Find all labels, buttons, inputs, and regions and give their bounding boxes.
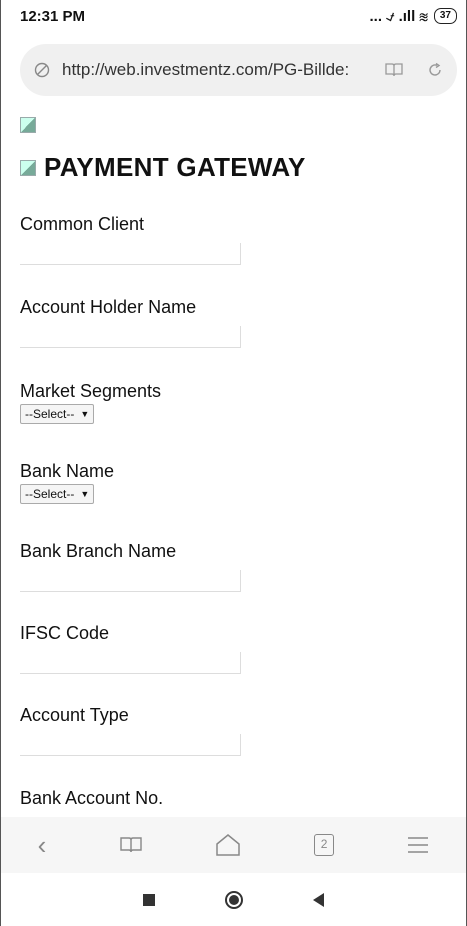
field-account-type: Account Type — [20, 705, 241, 756]
dropdown-arrow-icon: ▼ — [80, 409, 90, 419]
signal-icons: ... ⍻ .ıll ≋ — [369, 7, 428, 25]
field-label: Market Segments — [20, 381, 162, 401]
home-button-icon[interactable] — [225, 890, 243, 909]
field-label: Bank Branch Name — [20, 541, 177, 561]
account-type-input[interactable] — [20, 734, 241, 756]
common-client-input[interactable] — [20, 243, 241, 265]
system-nav-bar — [1, 873, 466, 926]
account-holder-name-input[interactable] — [20, 326, 241, 348]
field-market-segments: Market Segments --Select-- ▼ — [20, 381, 161, 424]
battery-icon: 37 — [433, 8, 457, 24]
select-value: --Select-- — [25, 407, 75, 421]
field-bank-branch-name: Bank Branch Name — [20, 541, 241, 592]
status-time: 12:31 PM — [20, 7, 86, 25]
address-bar[interactable]: http://web.investmentz.com/PG-Billde: — [20, 44, 457, 96]
status-icons: ... ⍻ .ıll ≋ 37 — [369, 8, 457, 25]
ifsc-code-input[interactable] — [20, 652, 241, 674]
select-value: --Select-- — [25, 487, 75, 501]
field-common-client: Common Client — [20, 214, 241, 265]
broken-image-icon — [20, 116, 36, 133]
broken-image-icon — [20, 159, 36, 176]
back-icon[interactable]: ‹ — [38, 830, 47, 861]
field-bank-name: Bank Name --Select-- ▼ — [20, 461, 114, 504]
field-label: Common Client — [20, 214, 145, 234]
field-bank-account-no: Bank Account No. — [20, 788, 163, 809]
dropdown-arrow-icon: ▼ — [80, 489, 90, 499]
reader-mode-icon[interactable] — [385, 62, 403, 78]
url-text[interactable]: http://web.investmentz.com/PG-Billde: — [62, 60, 362, 80]
bank-name-select[interactable]: --Select-- ▼ — [20, 484, 95, 504]
field-label: Bank Account No. — [20, 788, 164, 808]
field-label: Bank Name — [20, 461, 115, 481]
bank-branch-name-input[interactable] — [20, 570, 241, 592]
field-ifsc-code: IFSC Code — [20, 623, 241, 674]
page-content: PAYMENT GATEWAY — [20, 110, 450, 183]
status-bar: 12:31 PM ... ⍻ .ıll ≋ 37 — [0, 0, 467, 32]
logo-image-row — [20, 110, 450, 140]
field-account-holder-name: Account Holder Name — [20, 297, 241, 348]
menu-icon[interactable] — [407, 836, 429, 854]
market-segments-select[interactable]: --Select-- ▼ — [20, 404, 95, 424]
field-label: IFSC Code — [20, 623, 110, 643]
page-title-text: PAYMENT GATEWAY — [44, 152, 306, 182]
system-back-icon[interactable] — [313, 892, 324, 907]
field-label: Account Holder Name — [20, 297, 197, 317]
reload-icon[interactable] — [427, 62, 443, 78]
bookmarks-icon[interactable] — [119, 836, 142, 854]
field-label: Account Type — [20, 705, 129, 725]
home-icon[interactable] — [215, 833, 241, 857]
recents-icon[interactable] — [143, 893, 155, 906]
browser-toolbar: ‹ 2 — [1, 817, 466, 873]
tabs-count-button[interactable]: 2 — [314, 834, 335, 856]
page-title: PAYMENT GATEWAY — [20, 152, 450, 183]
url-actions — [385, 62, 443, 78]
no-security-icon — [34, 62, 50, 78]
